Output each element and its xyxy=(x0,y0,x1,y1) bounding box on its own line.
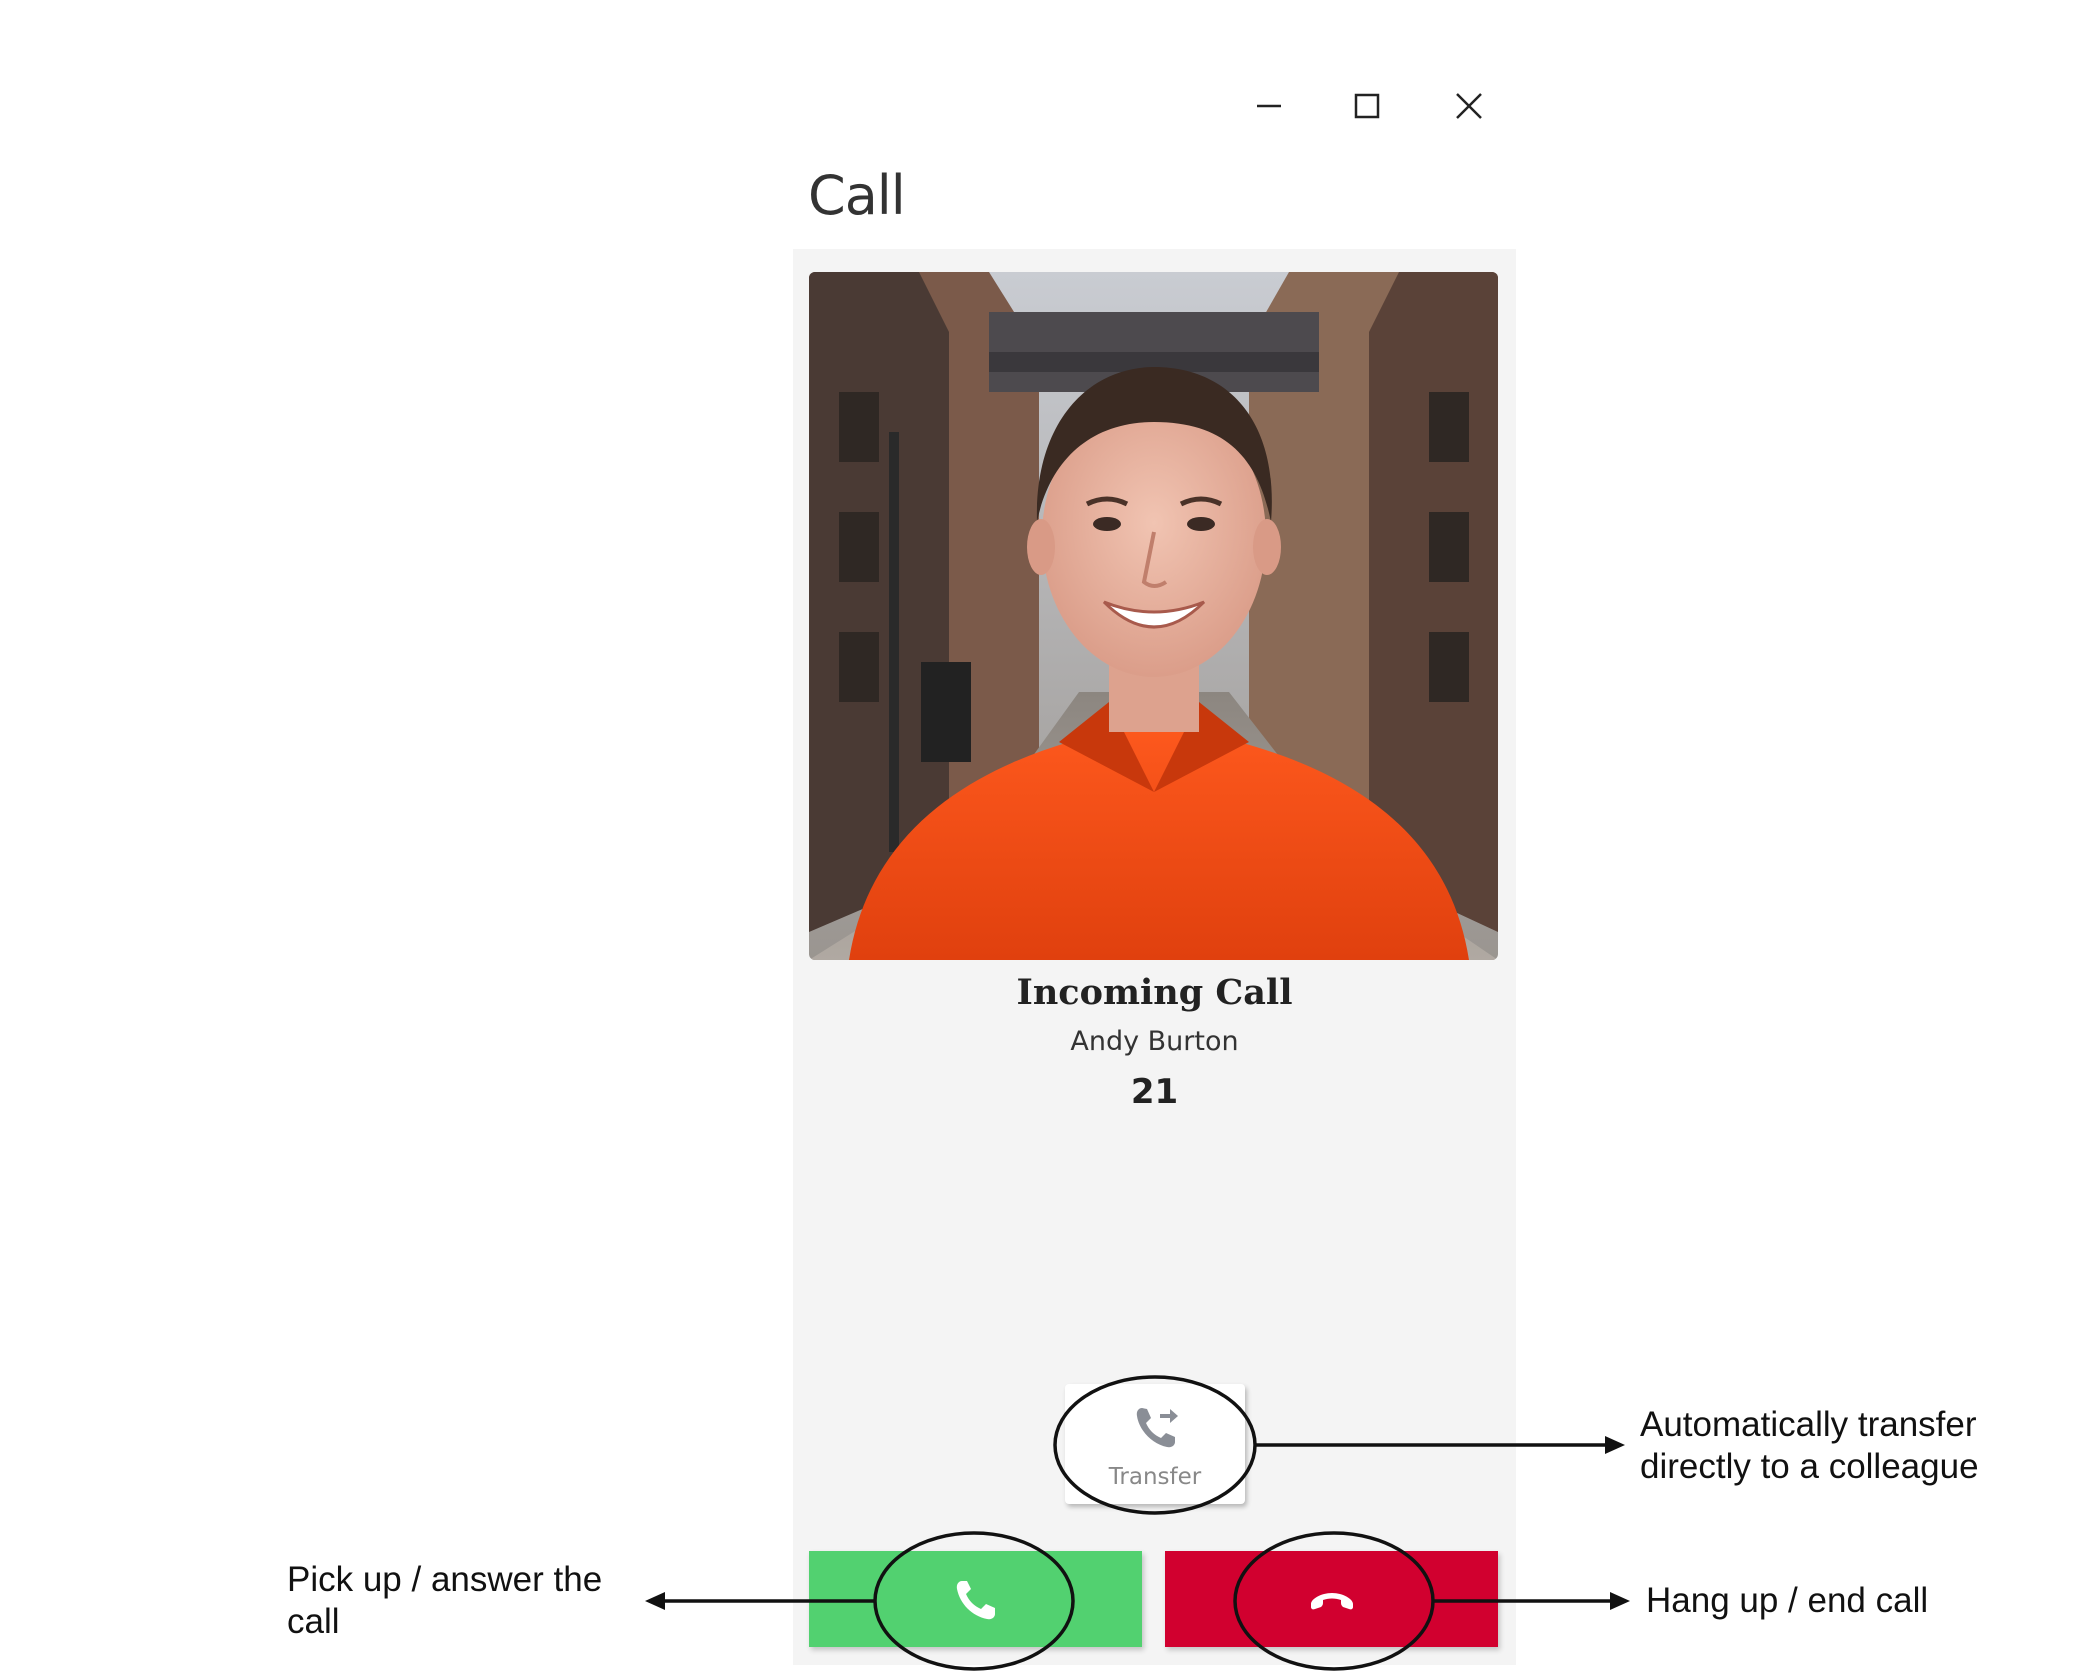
transfer-label: Transfer xyxy=(1108,1464,1202,1490)
transfer-annotation: Automatically transfer directly to a col… xyxy=(1640,1404,1979,1488)
transfer-annotation-line1: Automatically transfer xyxy=(1640,1405,1977,1444)
close-button[interactable] xyxy=(1447,84,1491,128)
maximize-button[interactable] xyxy=(1345,84,1389,128)
call-status: Incoming Call xyxy=(1016,972,1293,1013)
answer-annotation-line1: Pick up / answer the xyxy=(287,1560,603,1599)
maximize-icon xyxy=(1354,93,1380,119)
caller-photo xyxy=(809,272,1498,960)
minimize-icon xyxy=(1257,104,1281,108)
answer-annotation: Pick up / answer the call xyxy=(287,1559,602,1643)
minimize-button[interactable] xyxy=(1247,84,1291,128)
hangup-arrowhead xyxy=(1610,1592,1630,1610)
transfer-button[interactable]: Transfer xyxy=(1065,1384,1245,1504)
close-icon xyxy=(1456,93,1482,119)
caller-extension: 21 xyxy=(1130,1072,1179,1112)
answer-arrowhead xyxy=(645,1592,665,1610)
window-title: Call xyxy=(808,164,906,227)
answer-button[interactable] xyxy=(809,1551,1142,1647)
phone-hangup-icon xyxy=(1311,1593,1353,1610)
hangup-button[interactable] xyxy=(1165,1551,1498,1647)
hangup-annotation: Hang up / end call xyxy=(1646,1581,1929,1620)
transfer-arrowhead xyxy=(1605,1436,1625,1454)
transfer-annotation-line2: directly to a colleague xyxy=(1640,1447,1979,1486)
caller-name: Andy Burton xyxy=(1070,1026,1239,1057)
phone-icon xyxy=(956,1581,995,1620)
phone-forward-icon xyxy=(1136,1408,1178,1448)
answer-annotation-line2: call xyxy=(287,1602,340,1641)
